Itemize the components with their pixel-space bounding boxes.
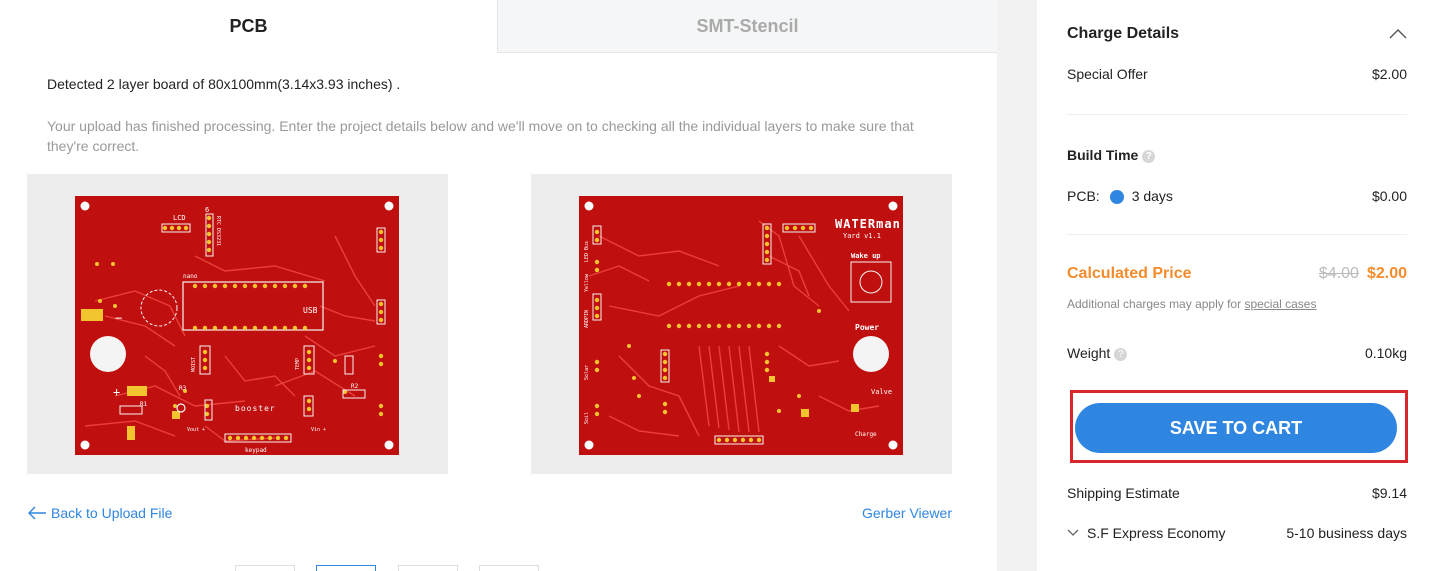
pcb-top-preview: LCD 6 RTC DS3231 nano USB booster keypad… [27,174,448,474]
divider [1067,234,1407,235]
shipping-time: 5-10 business days [1286,525,1407,541]
pcb-top-label-vout: Vout + [187,427,205,433]
pcb-top-label-minus: − [115,311,122,325]
pcb-build-time-row: PCB: 3 days $0.00 [1067,186,1407,206]
divider [1067,114,1407,115]
gerber-viewer-link[interactable]: Gerber Viewer [862,505,952,521]
pcb-bottom-label-yellow: Yellow [584,273,590,292]
chevron-up-icon[interactable] [1389,29,1407,39]
old-price: $4.00 [1318,265,1359,282]
charge-details-title: Charge Details [1067,25,1180,42]
calculated-price-label: Calculated Price [1067,265,1192,282]
help-icon[interactable]: ? [1142,149,1156,163]
pcb-build-time-option[interactable]: PCB: 3 days [1067,187,1173,205]
pcb-bottom-image: WATERman Yard v1.1 Wake up Power Valve C… [579,196,903,455]
calculated-price-row: Calculated Price $4.00 $2.00 [1067,263,1407,285]
pcb-build-value: $0.00 [1371,188,1407,204]
pcb-top-label-nano: nano [183,273,198,280]
special-cases-link[interactable]: special cases [1244,297,1316,311]
shipping-estimate-value: $9.14 [1371,485,1407,501]
pcb-bottom-label-valve: Valve [871,388,892,396]
pcb-bottom-label-charge: Charge [855,431,877,438]
page-root: PCB SMT-Stencil Detected 2 layer board o… [0,0,1438,571]
pcb-top-label-moist: MOIST [191,357,197,372]
board-detected-text: Detected 2 layer board of 80x100mm(3.14x… [47,76,401,92]
pcb-top-label-booster: booster [235,404,276,413]
pcb-bottom-preview: WATERman Yard v1.1 Wake up Power Valve C… [531,174,952,474]
pcb-top-label-plus: + [113,385,120,399]
pcb-top-label-r3: R3 [179,385,187,392]
arrow-left-icon [28,506,46,520]
build-time-label-wrap: Build Time? [1067,147,1156,163]
pcb-bottom-label-wake: Wake up [851,252,881,260]
pcb-bottom-label-ardpin: ARDPIN [584,310,590,328]
pcb-bottom-label-solar: Solar [584,365,590,380]
weight-value: 0.10kg [1364,345,1407,361]
shipping-estimate-row: Shipping Estimate $9.14 [1067,483,1407,503]
shipping-method-select[interactable]: S.F Express Economy [1067,525,1226,541]
build-time-label: Build Time [1067,147,1139,163]
pcb-top-label-r2: R2 [351,383,359,390]
pcb-top-label-temp: TEMP [295,358,301,370]
upload-notice: Your upload has finished processing. Ent… [47,118,914,154]
pcb-top-label-vin: Vin + [311,427,326,433]
main-panel: PCB SMT-Stencil Detected 2 layer board o… [0,0,997,571]
special-offer-value: $2.00 [1371,66,1407,82]
weight-label-wrap: Weight? [1067,345,1128,361]
charge-details-header[interactable]: Charge Details [1067,24,1407,44]
shipping-method-name: S.F Express Economy [1087,525,1226,541]
pcb-top-label-usb: USB [303,306,318,315]
radio-selected-icon[interactable] [1109,190,1124,205]
back-link-label: Back to Upload File [51,505,173,521]
pcb-top-label-keypad: keypad [245,447,267,454]
tab-bar: PCB SMT-Stencil [0,0,997,53]
pcb-bottom-label-version: Yard v1.1 [843,232,881,240]
pcb-top-image: LCD 6 RTC DS3231 nano USB booster keypad… [75,196,399,455]
pcb-top-label-rtc: RTC DS3231 [215,216,221,246]
weight-label: Weight [1067,345,1111,361]
pcb-bottom-label-title: WATERman [835,217,901,231]
chevron-down-icon[interactable] [1067,529,1079,537]
thumbnail-tab-1[interactable] [235,565,295,571]
note-prefix: Additional charges may apply for [1067,297,1245,311]
pcb-bottom-label-led: LED Bus [584,241,590,262]
special-offer-label: Special Offer [1067,66,1148,82]
shipping-method-row[interactable]: S.F Express Economy 5-10 business days [1067,523,1407,543]
tab-smt-stencil[interactable]: SMT-Stencil [497,0,997,53]
back-to-upload-link[interactable]: Back to Upload File [27,505,172,521]
new-price: $2.00 [1366,265,1407,282]
save-to-cart-button[interactable]: SAVE TO CART [1075,403,1397,453]
pcb-bottom-label-soil: Soil [584,412,590,424]
thumbnail-tab-4[interactable] [479,565,539,571]
special-offer-row: Special Offer $2.00 [1067,64,1407,84]
thumbnail-tab-2[interactable] [316,565,376,571]
pcb-top-label-six: 6 [205,206,209,214]
tab-pcb[interactable]: PCB [0,0,497,53]
weight-row: Weight? 0.10kg [1067,343,1407,363]
pcb-top-label-lcd: LCD [173,214,186,222]
thumbnail-tab-3[interactable] [398,565,458,571]
build-time-row: Build Time? [1067,145,1407,165]
help-icon[interactable]: ? [1114,347,1128,361]
shipping-estimate-label: Shipping Estimate [1067,485,1180,501]
pcb-days: 3 days [1131,187,1173,204]
charge-sidebar: Charge Details Special Offer $2.00 Build… [1037,0,1438,571]
additional-charges-note: Additional charges may apply for special… [1067,297,1316,311]
pcb-bottom-label-power: Power [855,323,879,332]
pcb-top-label-r1: R1 [140,401,148,408]
pcb-label: PCB: [1067,187,1100,204]
